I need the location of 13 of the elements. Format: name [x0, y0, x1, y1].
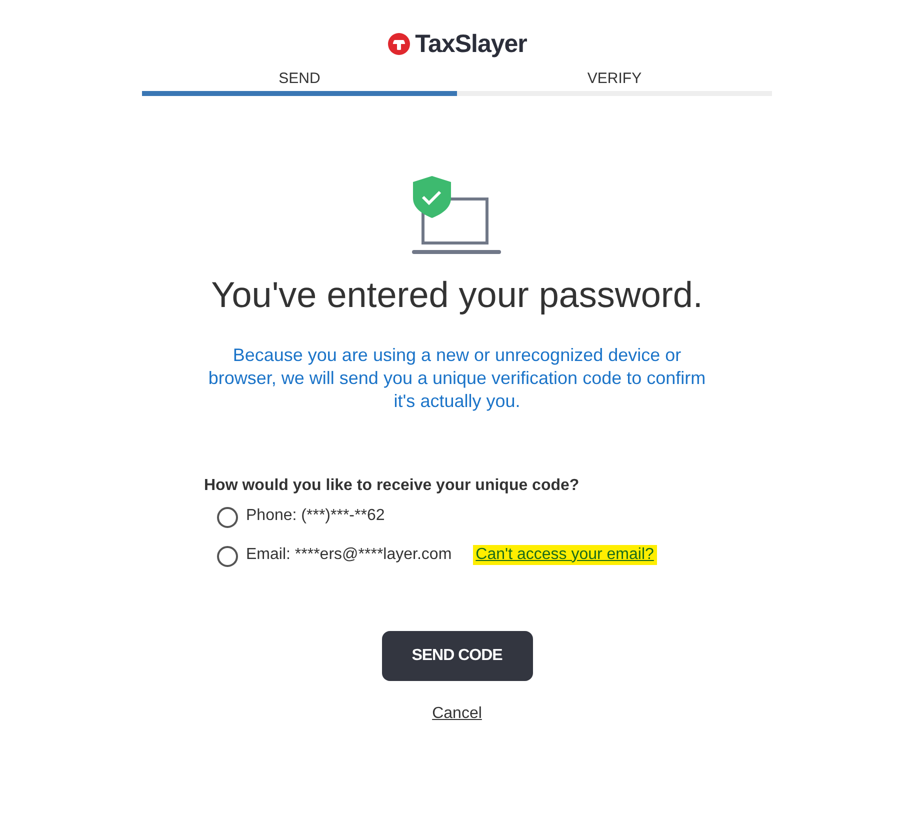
radio-button[interactable]	[217, 546, 238, 567]
question-label: How would you like to receive your unique code?	[204, 477, 580, 495]
option-label: Phone: (***)***-**62	[246, 506, 385, 524]
cancel-link[interactable]: Cancel	[432, 705, 482, 723]
radio-button[interactable]	[217, 507, 238, 528]
info-message: Because you are using a new or unrecognized device or browser, we will send you a unique verification code to confirm it's actually you.	[207, 344, 707, 413]
page-heading: You've entered your password.	[211, 274, 703, 316]
logo-icon	[387, 32, 412, 56]
logo-text: TaxSlayer	[415, 30, 527, 58]
laptop-shield-icon	[412, 176, 502, 256]
help-link[interactable]: Can't access your email?	[472, 544, 657, 564]
option-label: Email: ****ers@****layer.com	[246, 546, 452, 564]
send-code-button[interactable]: SEND CODE	[382, 631, 532, 681]
